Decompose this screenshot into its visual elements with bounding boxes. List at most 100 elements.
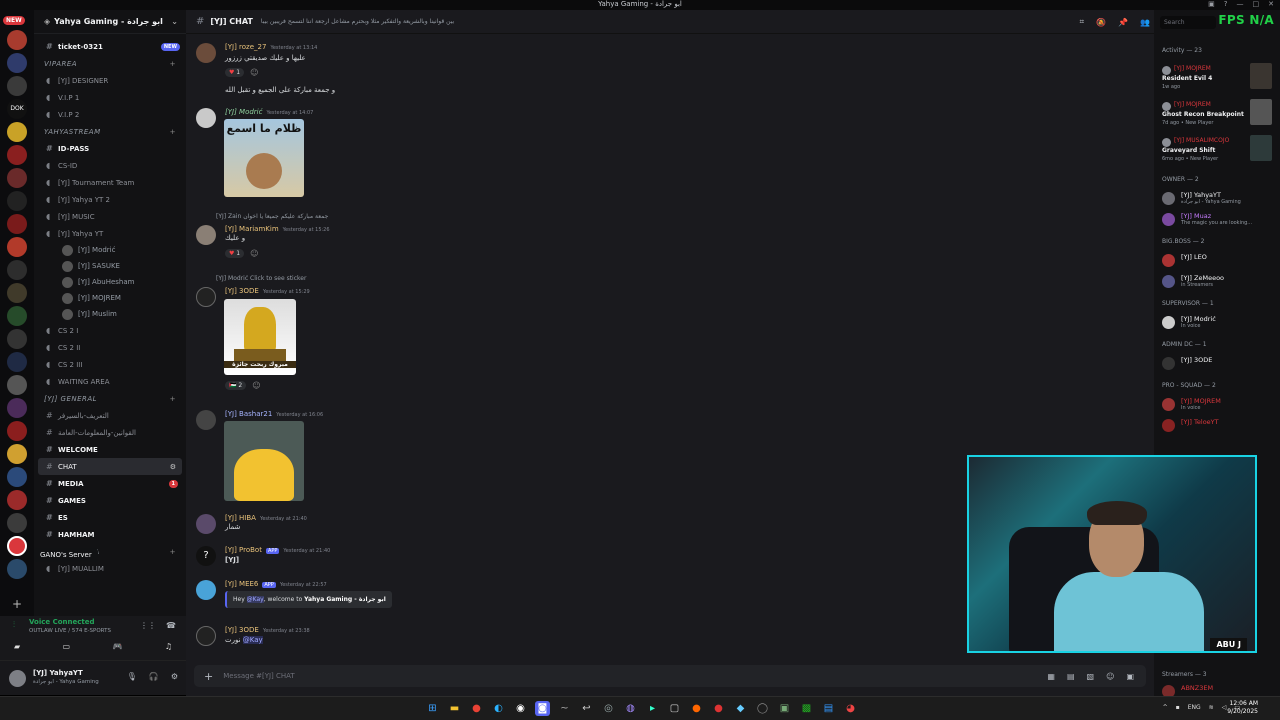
mute-icon[interactable]: 🔕 xyxy=(1096,18,1106,27)
avatar[interactable]: ? xyxy=(196,546,216,566)
avatar[interactable] xyxy=(196,514,216,534)
add-channel-icon[interactable]: + xyxy=(170,548,176,556)
volume-icon[interactable]: ◁ xyxy=(1222,701,1227,715)
channel-settings-icon[interactable]: ⚙ xyxy=(170,463,176,471)
channel-category[interactable]: VIPAREA + xyxy=(34,55,186,72)
author-name[interactable]: [YJ] ProBot xyxy=(225,546,262,554)
server-icon[interactable] xyxy=(7,444,27,464)
avatar[interactable] xyxy=(196,108,216,128)
edge-icon[interactable]: ◐ xyxy=(491,701,506,716)
clock[interactable]: 12:06 AM 9/20/2025 xyxy=(1227,700,1258,716)
app-icon[interactable]: ↩ xyxy=(579,701,594,716)
voice-channel[interactable]: ◖ [YJ] MUALLIM xyxy=(34,560,186,577)
screen-share-icon[interactable]: ▭ xyxy=(63,642,71,651)
app-icon[interactable]: ▸ xyxy=(645,701,660,716)
voice-user[interactable]: [YJ] SASUKE xyxy=(34,258,186,274)
discord-icon[interactable]: ◙ xyxy=(535,701,550,716)
emoji-icon[interactable]: ☺ xyxy=(1106,672,1114,681)
text-channel[interactable]: # ES xyxy=(34,509,186,526)
activity-icon[interactable]: 🎮 xyxy=(112,642,122,651)
voice-channel[interactable]: ◖ CS 2 I xyxy=(34,322,186,339)
server-icon[interactable] xyxy=(7,467,27,487)
server-icon[interactable] xyxy=(7,53,27,73)
server-icon[interactable] xyxy=(7,168,27,188)
inbox-icon[interactable]: ▣ xyxy=(1208,0,1215,8)
server-icon[interactable] xyxy=(7,329,27,349)
server-icon[interactable] xyxy=(7,214,27,234)
server-icon[interactable] xyxy=(7,122,27,142)
server-icon[interactable] xyxy=(7,375,27,395)
server-icon[interactable] xyxy=(7,306,27,326)
avatar[interactable] xyxy=(196,287,216,307)
reply-preview[interactable]: [YJ] Modrić Click to see sticker xyxy=(216,275,306,282)
steam-icon[interactable]: ◆ xyxy=(733,701,748,716)
server-icon[interactable] xyxy=(7,260,27,280)
app-icon[interactable]: ▤ xyxy=(821,701,836,716)
member[interactable]: [YJ] TeloeYT xyxy=(1162,417,1278,433)
author-name[interactable]: [YJ] HIBA xyxy=(225,514,256,522)
voice-user[interactable]: [YJ] Muslim xyxy=(34,306,186,322)
avatar[interactable] xyxy=(196,580,216,600)
app-icon[interactable]: ◯ xyxy=(755,701,770,716)
server-icon-gano[interactable] xyxy=(7,536,27,556)
voice-status[interactable]: Voice Connected xyxy=(29,618,95,626)
sticker-image[interactable]: مبروك ربحت جائزة xyxy=(224,299,296,375)
help-icon[interactable]: ? xyxy=(1224,0,1228,8)
server-icon[interactable] xyxy=(7,30,27,50)
reaction-heart[interactable]: 1 xyxy=(225,68,245,77)
reply-preview[interactable]: [YJ] Zain جمعة مباركة عليكم جميعا يا اخو… xyxy=(216,213,328,220)
app-icon[interactable]: ~ xyxy=(557,701,572,716)
user-mention[interactable]: @Kay xyxy=(242,636,263,644)
voice-channel[interactable]: ◖ [YJ] Yahya YT xyxy=(34,225,186,242)
sticker-icon[interactable]: ▧ xyxy=(1087,672,1095,681)
message-composer[interactable]: + Message #[YJ] CHAT ▦ ▤ ▧ ☺ ▣ xyxy=(194,665,1146,687)
app-icon[interactable]: ● xyxy=(689,701,704,716)
author-name[interactable]: [YJ] 3ODE xyxy=(225,287,259,295)
voice-channel[interactable]: ◖ V.I.P 2 xyxy=(34,106,186,123)
app-icon[interactable]: ◎ xyxy=(601,701,616,716)
text-channel[interactable]: # GAMES xyxy=(34,492,186,509)
server-icon[interactable] xyxy=(7,421,27,441)
chrome-icon[interactable]: ● xyxy=(469,701,484,716)
add-reaction-icon[interactable]: ☺ xyxy=(250,249,258,258)
author-name[interactable]: [YJ] Bashar21 xyxy=(225,410,272,418)
chevron-up-icon[interactable]: ^ xyxy=(1163,701,1168,715)
member[interactable]: ABNZ3EM xyxy=(1162,683,1278,696)
voice-channel[interactable]: ◖ [YJ] MUSIC xyxy=(34,208,186,225)
author-name[interactable]: [YJ] 3ODE xyxy=(225,626,259,634)
voice-channel[interactable]: ◖ CS-ID xyxy=(34,157,186,174)
signal-icon[interactable]: ⫶ xyxy=(13,620,15,630)
voice-channel[interactable]: ◖ [YJ] Tournament Team xyxy=(34,174,186,191)
start-icon[interactable]: ⊞ xyxy=(425,701,440,716)
user-mention[interactable]: @Kay xyxy=(246,596,264,603)
text-channel[interactable]: # MEDIA 1 xyxy=(34,475,186,492)
app-icon[interactable]: ● xyxy=(711,701,726,716)
members-icon[interactable]: 👥 xyxy=(1140,18,1150,27)
gif-icon[interactable]: ▤ xyxy=(1067,672,1075,681)
reaction-flag[interactable]: 🇵🇸 2 xyxy=(225,381,247,390)
voice-channel[interactable]: ◖ WAITING AREA xyxy=(34,373,186,390)
server-icon[interactable] xyxy=(7,283,27,303)
attach-icon[interactable]: + xyxy=(204,670,213,683)
wifi-icon[interactable]: ≋ xyxy=(1209,701,1214,715)
member[interactable]: [YJ] LEO xyxy=(1162,252,1278,268)
noise-suppression-icon[interactable]: ⋮⋮ xyxy=(140,621,156,630)
member[interactable]: [YJ] Muaz The magic you are looking... xyxy=(1162,211,1278,227)
server-icon[interactable] xyxy=(7,352,27,372)
voice-channel-name[interactable]: OUTLAW LIVE / 574 E-SPORTS xyxy=(29,628,111,634)
activity-card[interactable]: [YJ] MOJREM Ghost Recon Breakpoint 7d ago … xyxy=(1160,99,1272,131)
disconnect-icon[interactable]: ☎ xyxy=(166,621,176,630)
minimize-icon[interactable]: — xyxy=(1237,0,1244,8)
server-icon[interactable] xyxy=(7,559,27,579)
author-name[interactable]: [YJ] Modrić xyxy=(225,108,262,116)
add-channel-icon[interactable]: + xyxy=(170,60,176,68)
app-icon[interactable]: ▩ xyxy=(799,701,814,716)
text-channel[interactable]: # CHAT ⚙ xyxy=(38,458,182,475)
user-name[interactable]: [YJ] YahyaYT xyxy=(33,669,83,677)
language-indicator[interactable]: ENG xyxy=(1188,701,1201,715)
channel-category[interactable]: [YJ] GENERAL + xyxy=(34,390,186,407)
microphone-icon[interactable]: 🎙 xyxy=(127,672,137,681)
add-reaction-icon[interactable]: ☺ xyxy=(252,381,260,390)
apps-icon[interactable]: ▣ xyxy=(1126,672,1134,681)
close-icon[interactable]: ✕ xyxy=(1268,0,1274,8)
